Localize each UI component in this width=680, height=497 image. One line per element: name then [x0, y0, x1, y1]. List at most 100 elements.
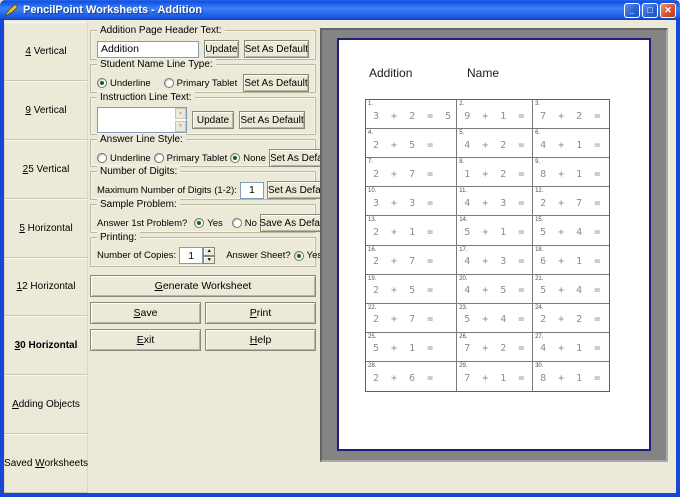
- problem-number: 14.: [459, 217, 468, 224]
- problem-expression: 4 + 3 =: [464, 256, 528, 268]
- radio-dot-icon: [231, 218, 242, 228]
- name-line-primary-tablet-radio[interactable]: Primary Tablet: [163, 78, 237, 89]
- problem-expression: 2 + 5 =: [373, 285, 437, 297]
- name-line-set-default-button[interactable]: Set As Default: [243, 74, 309, 92]
- problem-number: 11.: [459, 188, 468, 195]
- radio-dot-icon: [97, 153, 107, 163]
- problem-cell: 11. 4 + 3 =: [457, 187, 534, 217]
- problem-cell: 10. 3 + 3 =: [366, 187, 458, 217]
- sidebar-item-saved-worksheets[interactable]: Saved Worksheets: [4, 434, 88, 493]
- problem-number: 10.: [368, 188, 377, 195]
- problem-number: 5.: [459, 130, 465, 137]
- name-line-section: Student Name Line Type: Underline Primar…: [90, 59, 316, 93]
- worksheet-page-title: Addition: [369, 66, 413, 80]
- app-window: PencilPoint Worksheets - Addition _ □ ✕ …: [0, 0, 680, 497]
- spin-down-icon[interactable]: ▼: [203, 255, 216, 264]
- digits-section: Number of Digits: Maximum Number of Digi…: [90, 166, 333, 200]
- sample-yes-radio[interactable]: Yes: [194, 218, 223, 229]
- problem-expression: 8 + 1 =: [540, 372, 604, 384]
- problem-expression: 7 + 1 =: [464, 372, 528, 384]
- maximize-icon[interactable]: □: [642, 2, 658, 18]
- instruction-scrollbar[interactable]: ▲ ▼: [175, 108, 186, 132]
- problem-expression: 2 + 7 =: [373, 168, 437, 180]
- printing-legend: Printing:: [97, 232, 140, 243]
- problem-expression: 7 + 2 =: [464, 343, 528, 355]
- answer-line-underline-radio[interactable]: Underline: [97, 153, 151, 164]
- scroll-down-icon[interactable]: ▼: [175, 121, 186, 132]
- spin-up-icon[interactable]: ▲: [203, 247, 216, 256]
- sidebar-item-25-vertical[interactable]: 25 Vertical: [4, 139, 88, 199]
- problem-expression: 2 + 5 =: [373, 139, 437, 151]
- problem-number: 4.: [368, 130, 374, 137]
- problem-number: 26.: [459, 333, 468, 340]
- answer-first-problem-label: Answer 1st Problem?: [97, 217, 188, 229]
- problem-expression: 2 + 7 =: [540, 197, 604, 209]
- problem-cell: 17. 4 + 3 =: [457, 245, 534, 275]
- problem-number: 15.: [535, 217, 544, 224]
- problem-cell: 3. 7 + 2 =: [533, 100, 609, 130]
- problem-cell: 25. 5 + 1 =: [366, 332, 458, 362]
- header-set-default-button[interactable]: Set As Default: [243, 40, 309, 58]
- sidebar-item-9-vertical[interactable]: 9 Vertical: [4, 80, 88, 140]
- problem-number: 12.: [535, 188, 544, 195]
- problem-cell: 15. 5 + 4 =: [533, 216, 609, 246]
- problem-number: 16.: [368, 246, 377, 253]
- worksheet-name-label: Name: [467, 66, 500, 80]
- window-border-right: [676, 18, 680, 497]
- sample-no-radio[interactable]: No: [231, 218, 257, 229]
- header-update-button[interactable]: Update: [204, 40, 239, 58]
- problem-number: 24.: [535, 304, 544, 311]
- problem-cell: 22. 2 + 7 =: [366, 303, 458, 333]
- problem-expression: 8 + 1 =: [540, 168, 604, 180]
- digits-legend: Number of Digits:: [97, 166, 181, 177]
- instruction-set-default-button[interactable]: Set As Default: [239, 111, 305, 129]
- close-icon[interactable]: ✕: [660, 2, 676, 18]
- radio-dot-icon: [293, 250, 304, 261]
- sidebar-item-5-horizontal[interactable]: 5 Horizontal: [4, 198, 88, 258]
- sidebar-item-12-horizontal[interactable]: 12 Horizontal: [4, 257, 88, 317]
- scroll-up-icon[interactable]: ▲: [175, 108, 186, 119]
- problem-cell: 4. 2 + 5 =: [366, 129, 458, 159]
- answer-sheet-label: Answer Sheet?: [226, 250, 291, 261]
- help-button[interactable]: Help: [205, 329, 316, 351]
- problem-expression: 4 + 1 =: [540, 343, 604, 355]
- header-text-section: Addition Page Header Text: Update Set As…: [90, 25, 316, 60]
- sidebar-item-adding-objects[interactable]: Adding Objects: [4, 375, 88, 435]
- answer-line-primary-tablet-radio[interactable]: Primary Tablet: [153, 153, 227, 164]
- max-digits-input[interactable]: [239, 181, 264, 199]
- problem-number: 28.: [368, 362, 377, 369]
- problem-number: 30.: [535, 362, 544, 369]
- sidebar-item-30-horizontal[interactable]: 30 Horizontal: [4, 316, 88, 376]
- radio-dot-icon: [153, 153, 164, 163]
- radio-dot-icon: [230, 153, 241, 163]
- minimize-icon[interactable]: _: [624, 2, 640, 18]
- header-text-input[interactable]: [97, 40, 199, 58]
- problem-cell: 19. 2 + 5 =: [366, 274, 458, 304]
- action-buttons: Generate Worksheet Save Print Exit Help: [90, 275, 316, 351]
- save-button[interactable]: Save: [90, 302, 201, 324]
- problem-expression: 2 + 6 =: [373, 372, 437, 384]
- generate-worksheet-button[interactable]: Generate Worksheet: [90, 275, 316, 297]
- sidebar-item-4-vertical[interactable]: 4 Vertical: [4, 22, 88, 81]
- instruction-legend: Instruction Line Text:: [97, 92, 195, 103]
- problem-expression: 4 + 2 =: [464, 139, 528, 151]
- answer-sheet-yes-radio[interactable]: Yes: [293, 250, 322, 261]
- problem-number: 25.: [368, 333, 377, 340]
- answer-line-none-radio[interactable]: None: [230, 153, 266, 164]
- exit-button[interactable]: Exit: [90, 329, 201, 351]
- problem-number: 1.: [368, 101, 374, 107]
- copies-input[interactable]: [179, 247, 204, 264]
- problem-cell: 1. 3 + 2 = 5: [366, 100, 458, 130]
- instruction-text-input[interactable]: [98, 108, 175, 132]
- name-line-underline-radio[interactable]: Underline: [97, 78, 151, 89]
- problem-expression: 9 + 1 =: [464, 110, 528, 122]
- problem-number: 19.: [368, 275, 377, 282]
- sample-problem-legend: Sample Problem:: [97, 199, 180, 210]
- worksheet-page: Addition Name 1. 3 + 2 = 5 2. 9 + 1 = 3. 7 + …: [337, 38, 651, 451]
- problem-cell: 9. 8 + 1 =: [533, 158, 609, 188]
- print-button[interactable]: Print: [205, 302, 316, 324]
- sidebar: 4 Vertical 9 Vertical 2 5 Vertical 5 Horizon…: [4, 22, 88, 493]
- titlebar-buttons: _ □ ✕: [624, 2, 676, 18]
- instruction-update-button[interactable]: Update: [192, 111, 234, 129]
- name-line-legend: Student Name Line Type:: [97, 59, 216, 70]
